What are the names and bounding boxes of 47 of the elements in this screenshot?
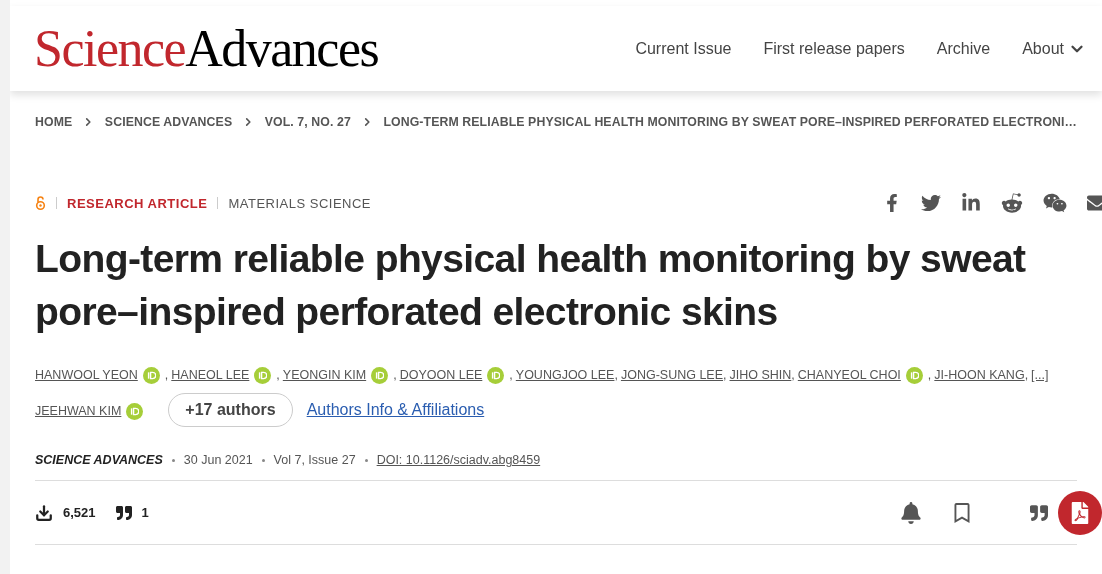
separator: , [723, 368, 727, 383]
bookmark-icon[interactable] [952, 502, 972, 523]
breadcrumb-link[interactable]: LONG-TERM RELIABLE PHYSICAL HEALTH MONITORING BY SWEAT PORE–INSPIRED PERFORATED ELECTRONI… [383, 113, 1077, 132]
download-icon [35, 503, 53, 522]
article-type[interactable]: RESEARCH ARTICLE [67, 193, 208, 214]
subject-label[interactable]: MATERIALS SCIENCE [228, 193, 372, 214]
separator: , [791, 368, 795, 383]
twitter-icon[interactable] [921, 193, 941, 214]
article-title: Long-term reliable physical health monitoring by sweat pore–inspired perforated electronic skins [35, 236, 1027, 336]
separator: , [276, 368, 280, 383]
separator: , [164, 368, 169, 383]
author-link[interactable]: JEEHWAN KIM [35, 404, 122, 419]
author-link[interactable]: YEONGIN KIM [282, 368, 367, 383]
separator: , [614, 368, 618, 383]
pdf-button[interactable] [1058, 490, 1102, 535]
author-link[interactable]: HANEOL LEE [171, 368, 250, 383]
logo[interactable]: ScienceAdvances [34, 22, 379, 75]
linkedin-icon[interactable] [961, 193, 981, 214]
nav-link[interactable]: Archive [936, 36, 991, 61]
affiliations-link[interactable]: Authors Info & Affiliations [306, 398, 485, 423]
nav-link[interactable]: Current Issue [635, 36, 732, 61]
author-link[interactable]: DOYOON LEE [399, 368, 483, 383]
publish-date: 30 Jun 2021 [183, 452, 253, 470]
author-link[interactable]: [...] [1031, 368, 1049, 383]
breadcrumb-link[interactable]: SCIENCE ADVANCES [104, 113, 233, 132]
bell-icon[interactable] [900, 501, 922, 524]
separator: , [509, 368, 513, 383]
citation-count: 1 [141, 503, 149, 522]
quote-icon [115, 504, 132, 521]
reddit-icon[interactable] [1001, 192, 1023, 215]
author-link[interactable]: JI-HOON KANG [934, 368, 1025, 383]
nav-link[interactable]: First release papers [763, 36, 905, 61]
breadcrumb-link[interactable]: HOME [35, 113, 73, 132]
separator: , [393, 368, 397, 383]
issue-label: Vol 7, Issue 27 [273, 452, 356, 470]
author-link[interactable]: CHANYEOL CHOI [797, 368, 901, 383]
download-count: 6,521 [63, 503, 96, 522]
separator: , [1024, 368, 1029, 383]
breadcrumb-link[interactable]: VOL. 7, NO. 27 [264, 113, 351, 132]
pdf-icon [1069, 501, 1091, 524]
doi-link[interactable]: DOI: 10.1126/sciadv.abg8459 [376, 451, 541, 471]
separator: , [927, 368, 932, 383]
quote-icon[interactable] [1030, 503, 1048, 522]
nav-link[interactable]: About [1022, 36, 1086, 61]
journal-name: SCIENCE ADVANCES [35, 452, 163, 470]
mail-icon[interactable] [1087, 193, 1102, 214]
author-link[interactable]: HANWOOL YEON [35, 368, 138, 383]
